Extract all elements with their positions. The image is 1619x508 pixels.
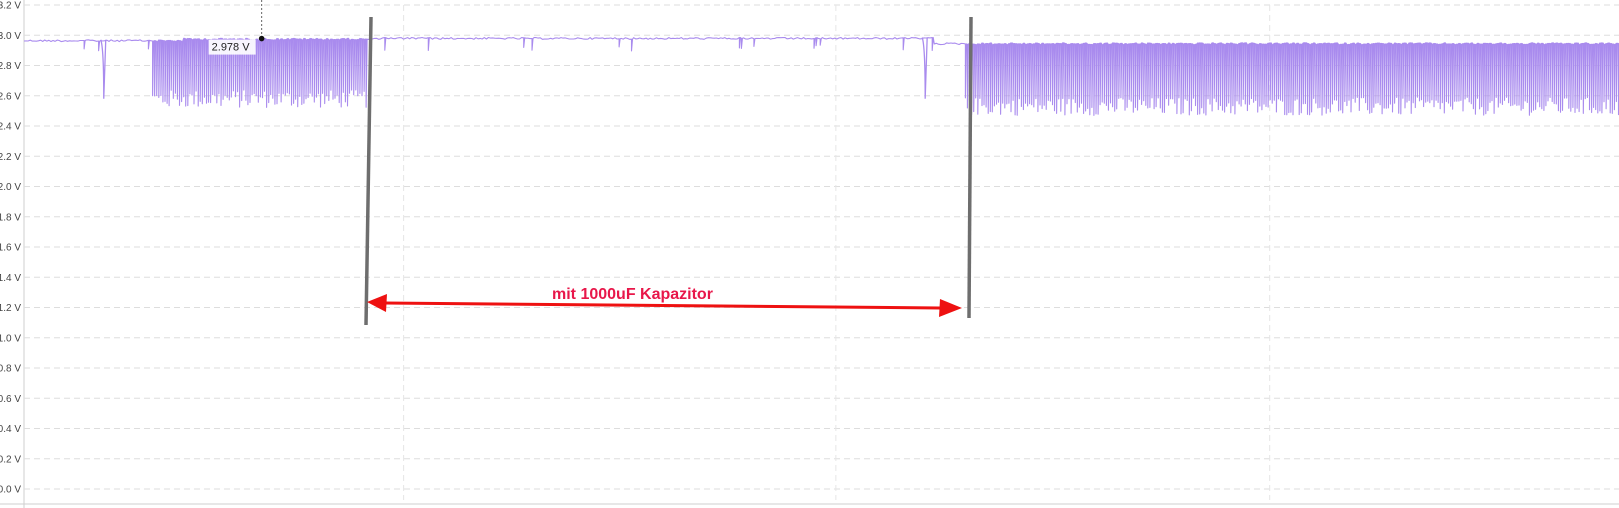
tooltip-point <box>258 35 265 42</box>
annotation-label: mit 1000uF Kapazitor <box>552 286 713 303</box>
y-tick-label: 0.4 V <box>0 424 21 435</box>
voltage-dip <box>921 37 928 99</box>
annotation-markers <box>364 16 973 326</box>
y-tick-label: 2.8 V <box>0 61 21 72</box>
y-tick-label: 2.2 V <box>0 152 21 163</box>
y-tick-label: 0.2 V <box>0 454 21 465</box>
y-tick-label: 2.4 V <box>0 122 21 133</box>
y-tick-label: 1.0 V <box>0 333 21 344</box>
y-tick-label: 3.0 V <box>0 31 21 42</box>
y-tick-label: 2.0 V <box>0 182 21 193</box>
arrow-head-left <box>367 294 387 312</box>
y-tick-label: 1.4 V <box>0 273 21 284</box>
y-tick-label: 0.0 V <box>0 485 21 496</box>
y-tick-label: 1.6 V <box>0 243 21 254</box>
voltage-trace <box>23 36 1619 116</box>
capacitor-annotation: mit 1000uF Kapazitor <box>367 286 962 317</box>
voltage-chart: 0.0 V 0.2 V 0.4 V 0.6 V 0.8 V 1.0 V 1.2 V 1.4 V… <box>0 0 1619 508</box>
y-tick-label: 0.6 V <box>0 394 21 405</box>
end-marker-line <box>967 16 973 319</box>
y-tick-label: 0.8 V <box>0 364 21 375</box>
voltage-dip <box>100 39 107 99</box>
y-tick-label: 1.8 V <box>0 212 21 223</box>
voltage-series <box>23 36 1619 116</box>
y-tick-label: 1.2 V <box>0 303 21 314</box>
y-tick-label: 2.6 V <box>0 91 21 102</box>
y-tick-label: 3.2 V <box>0 1 21 12</box>
tooltip-label: 2.978 V <box>212 42 251 54</box>
arrow-head-right <box>939 299 962 317</box>
y-axis: 0.0 V 0.2 V 0.4 V 0.6 V 0.8 V 1.0 V 1.2 V 1.4 V… <box>0 1 21 496</box>
